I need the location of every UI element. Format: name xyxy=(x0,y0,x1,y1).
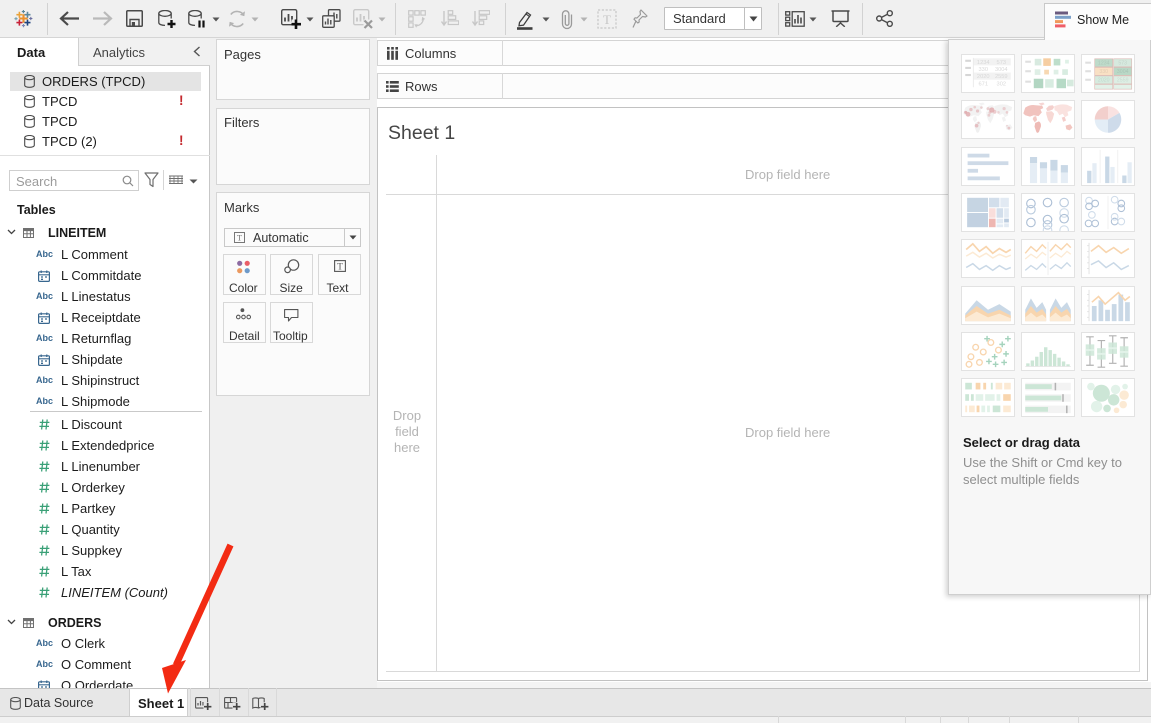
svg-text:T: T xyxy=(603,12,611,27)
svg-text:T: T xyxy=(237,233,243,243)
svg-text:2559: 2559 xyxy=(995,74,1008,80)
svg-text:573: 573 xyxy=(1118,60,1127,66)
svg-text:3004: 3004 xyxy=(995,67,1008,73)
svg-text:302: 302 xyxy=(997,81,1007,87)
svg-text:330: 330 xyxy=(1099,69,1108,75)
svg-text:330: 330 xyxy=(979,67,989,73)
svg-text:1234: 1234 xyxy=(977,60,990,66)
svg-text:T: T xyxy=(337,262,343,272)
svg-text:1234: 1234 xyxy=(1098,60,1110,66)
svg-text:2020: 2020 xyxy=(1098,78,1110,84)
svg-text:573: 573 xyxy=(997,60,1007,66)
svg-text:2559: 2559 xyxy=(1117,78,1129,84)
svg-text:2020: 2020 xyxy=(977,74,990,80)
svg-text:3004: 3004 xyxy=(1117,69,1129,75)
svg-text:671: 671 xyxy=(979,81,989,87)
